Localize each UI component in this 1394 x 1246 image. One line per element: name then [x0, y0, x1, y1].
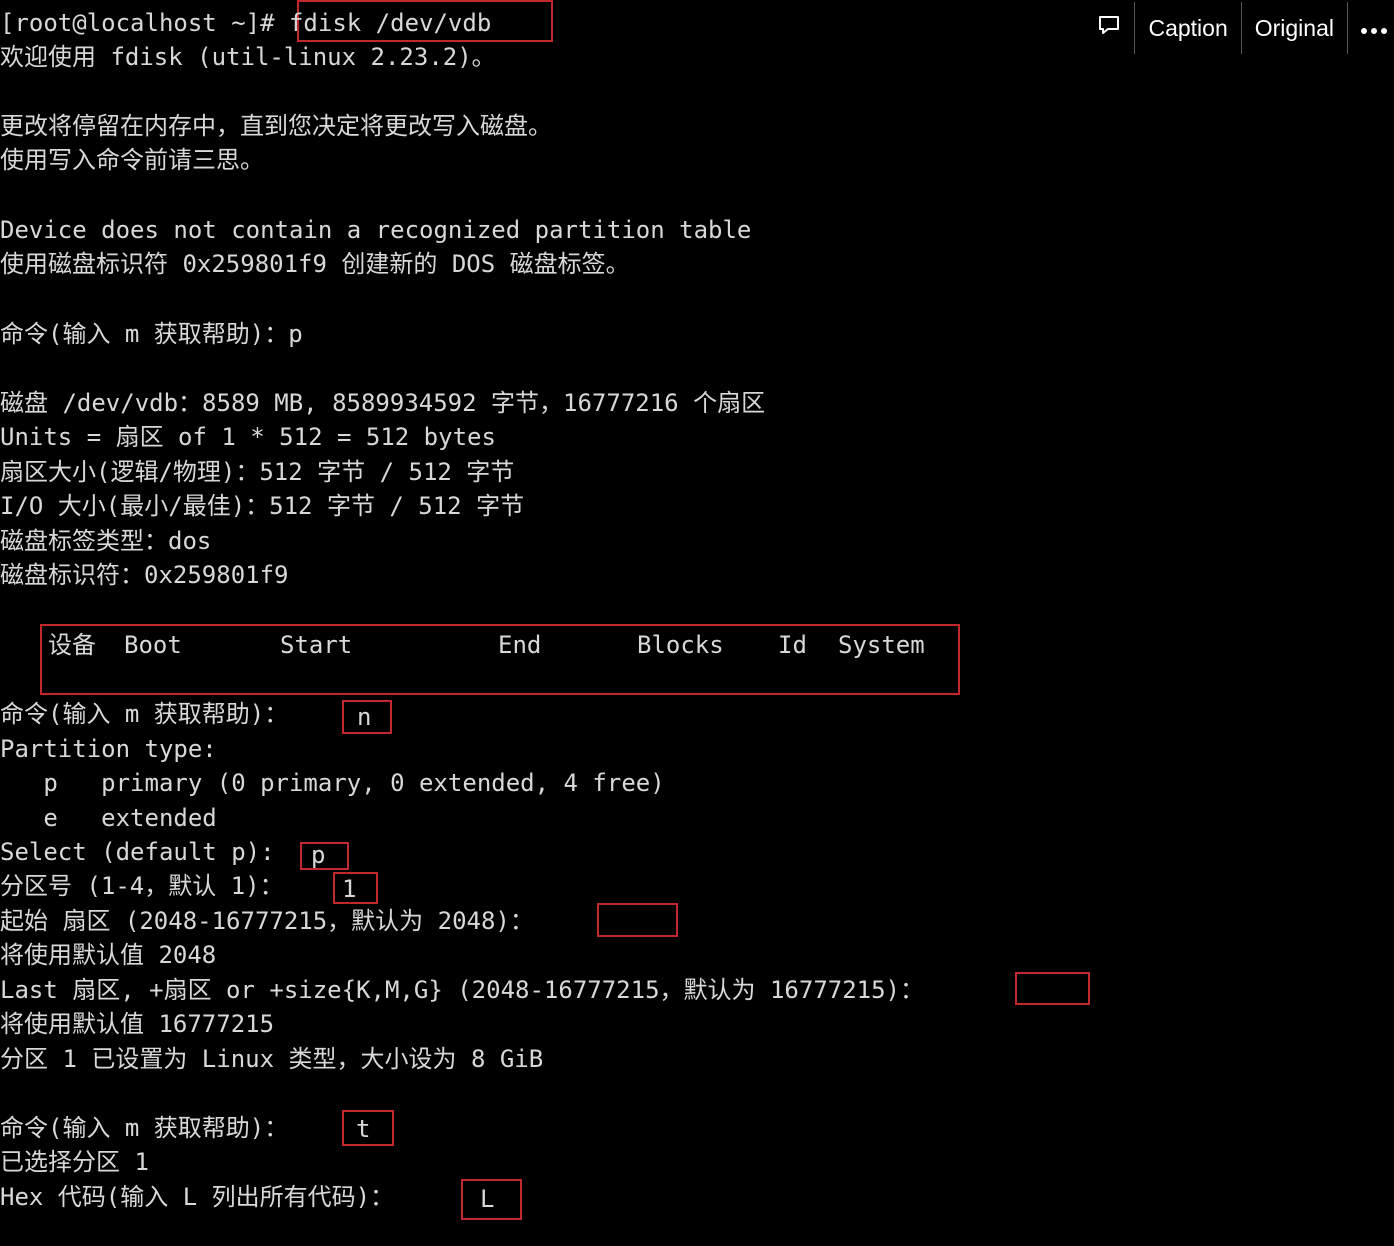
terminal-line: Select (default p):	[0, 838, 275, 866]
viewer-toolbar: Caption Original	[1084, 0, 1394, 56]
input-cmd-type-value: t	[356, 1115, 371, 1143]
input-select-type-value: p	[311, 841, 326, 869]
table-header-system: System	[838, 631, 925, 659]
terminal-line: p primary (0 primary, 0 extended, 4 free…	[0, 769, 665, 797]
terminal-line: 磁盘标识符：0x259801f9	[0, 561, 289, 589]
terminal-line: 命令(输入 m 获取帮助)：p	[0, 320, 303, 348]
terminal-line: 欢迎使用 fdisk (util-linux 2.23.2)。	[0, 43, 496, 71]
table-header-start: Start	[280, 631, 353, 659]
table-header-end: End	[498, 631, 542, 659]
table-header-device: 设备	[48, 631, 96, 659]
terminal-line: I/O 大小(最小/最佳)：512 字节 / 512 字节	[0, 492, 525, 520]
terminal-line: Device does not contain a recognized par…	[0, 216, 752, 244]
terminal-line: 将使用默认值 2048	[0, 941, 217, 969]
speech-bubble-icon	[1097, 13, 1121, 43]
original-button[interactable]: Original	[1240, 2, 1347, 54]
terminal-line: [root@localhost ~]# fdisk /dev/vdb	[0, 9, 492, 37]
input-partition-number-value: 1	[342, 875, 357, 903]
terminal-line: 已选择分区 1	[0, 1148, 149, 1176]
terminal-line: 起始 扇区 (2048-16777215，默认为 2048)：	[0, 907, 534, 935]
input-last-sector[interactable]	[1015, 972, 1090, 1005]
terminal-line: 分区号 (1-4，默认 1)：	[0, 872, 284, 900]
terminal-line: Units = 扇区 of 1 * 512 = 512 bytes	[0, 423, 496, 451]
terminal-line: 使用写入命令前请三思。	[0, 146, 264, 174]
terminal-line: 命令(输入 m 获取帮助)：	[0, 1114, 289, 1142]
caption-button[interactable]: Caption	[1134, 2, 1240, 54]
terminal-line: 磁盘 /dev/vdb：8589 MB, 8589934592 字节，16777…	[0, 389, 766, 417]
table-header-boot: Boot	[124, 631, 182, 659]
terminal-line: 磁盘标签类型：dos	[0, 527, 212, 555]
more-options-button[interactable]	[1347, 2, 1394, 54]
comment-button[interactable]	[1084, 2, 1134, 54]
caption-label: Caption	[1148, 14, 1228, 41]
terminal-line: Last 扇区, +扇区 or +size{K,M,G} (2048-16777…	[0, 976, 925, 1004]
input-first-sector[interactable]	[597, 903, 678, 937]
ellipsis-icon	[1360, 15, 1388, 42]
terminal-line: 分区 1 已设置为 Linux 类型，大小设为 8 GiB	[0, 1045, 544, 1073]
table-header-id: Id	[778, 631, 807, 659]
terminal-line: Partition type:	[0, 735, 217, 763]
terminal-line: e extended	[0, 804, 217, 832]
terminal-line: 命令(输入 m 获取帮助)：	[0, 700, 289, 728]
terminal-line: 使用磁盘标识符 0x259801f9 创建新的 DOS 磁盘标签。	[0, 250, 630, 278]
terminal-line: 将使用默认值 16777215	[0, 1010, 275, 1038]
terminal-line: Hex 代码(输入 L 列出所有代码)：	[0, 1183, 395, 1211]
original-label: Original	[1254, 14, 1334, 41]
input-cmd-new-value: n	[357, 703, 372, 731]
terminal-window: [root@localhost ~]# fdisk /dev/vdb 欢迎使用 …	[0, 0, 1394, 1246]
input-hex-code-value: L	[480, 1185, 495, 1213]
table-header-blocks: Blocks	[637, 631, 724, 659]
terminal-line: 更改将停留在内存中，直到您决定将更改写入磁盘。	[0, 112, 552, 140]
terminal-line: 扇区大小(逻辑/物理)：512 字节 / 512 字节	[0, 458, 515, 486]
